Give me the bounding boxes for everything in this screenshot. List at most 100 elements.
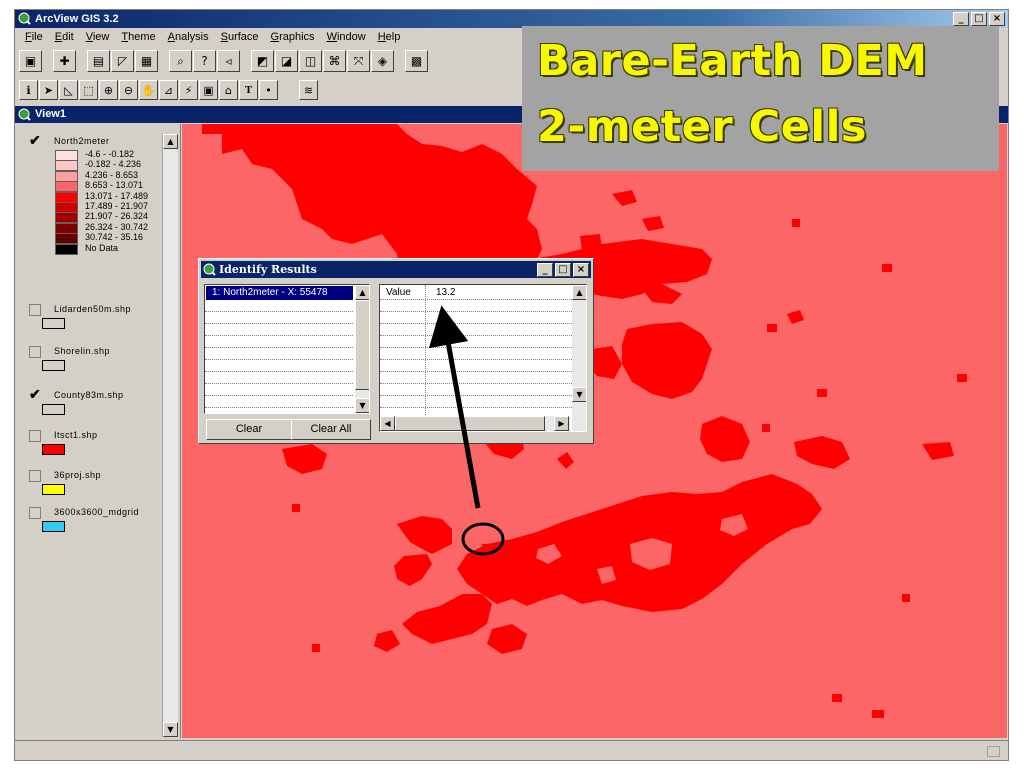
legend-swatch <box>55 212 78 224</box>
attribute-hscrollbar[interactable]: ◀ ▶ <box>380 416 570 431</box>
visibility-checkbox[interactable] <box>29 507 41 519</box>
dem-high-cell <box>872 710 884 718</box>
zoom-to-selected-icon[interactable]: ◫ <box>299 50 322 72</box>
scroll-up-arrow-icon[interactable]: ▲ <box>163 134 178 149</box>
caption-line-2: 2-meter Cells <box>537 102 867 152</box>
visibility-checkbox[interactable] <box>29 430 41 442</box>
contour-tool-icon[interactable]: ≋ <box>299 80 318 100</box>
identify-title-bar[interactable]: Identify Results _ □ × <box>201 261 591 278</box>
list-scroll-thumb[interactable] <box>355 300 369 390</box>
draw-point-tool-icon[interactable]: • <box>259 80 278 100</box>
identify-maximize-button[interactable]: □ <box>555 263 571 277</box>
maximize-button[interactable]: □ <box>971 12 987 26</box>
legend-label: 17.489 - 21.907 <box>85 201 149 211</box>
list-scroll-down-icon[interactable]: ▼ <box>355 398 369 413</box>
zoom-out-fixed-icon[interactable]: ⤧ <box>347 50 370 72</box>
scroll-down-arrow-icon[interactable]: ▼ <box>163 722 178 737</box>
dem-high-cell <box>767 324 777 332</box>
measure-tool-icon[interactable]: ⊿ <box>159 80 178 100</box>
attr-scroll-up-icon[interactable]: ▲ <box>572 285 586 300</box>
menu-view[interactable]: View <box>80 29 116 46</box>
view-globe-icon <box>18 108 31 121</box>
zoom-in-tool-icon[interactable]: ⊕ <box>99 80 118 100</box>
attribute-table[interactable]: Value 13.2 ▲ ▼ ◀ ▶ <box>379 284 587 432</box>
dem-high-cell <box>792 219 800 227</box>
menu-window[interactable]: Window <box>321 29 372 46</box>
dem-high-patch <box>374 630 400 652</box>
query-builder-icon[interactable]: ? <box>193 50 216 72</box>
zoom-to-active-themes-icon[interactable]: ◪ <box>275 50 298 72</box>
legend-label: -4.6 - -0.182 <box>85 149 135 159</box>
menu-graphics[interactable]: Graphics <box>265 29 321 46</box>
button-bar: ▣ ✚ ▤ ◸ ▦ ⌕ ? ◃ ◩ ◪ ◫ ⌘ ⤧ ◈ ▩ <box>19 48 429 74</box>
menu-file[interactable]: File <box>19 29 49 46</box>
open-table-icon[interactable]: ▦ <box>135 50 158 72</box>
identify-title: Identify Results <box>219 263 317 276</box>
list-scrollbar[interactable]: ▲ ▼ <box>355 285 369 413</box>
attr-scroll-down-icon[interactable]: ▼ <box>572 387 586 402</box>
visibility-checkbox[interactable] <box>29 470 41 482</box>
attr-scroll-thumb[interactable] <box>395 416 545 431</box>
table-of-contents: ▲ ▼ ✔ North2meter -4.6 - -0.182 -0.182 - 4.… <box>17 124 181 738</box>
pan-tool-icon[interactable]: ✋ <box>139 80 158 100</box>
identified-features-list[interactable]: 1: North2meter - X: 55478 ▲ ▼ <box>204 284 370 414</box>
dem-high-patch <box>700 416 750 462</box>
edit-legend-icon[interactable]: ◸ <box>111 50 134 72</box>
hotlink-tool-icon[interactable]: ⚡ <box>179 80 198 100</box>
clear-button[interactable]: Clear <box>206 419 292 440</box>
vertex-edit-tool-icon[interactable]: ◺ <box>59 80 78 100</box>
area-of-interest-tool-icon[interactable]: ▣ <box>199 80 218 100</box>
close-button[interactable]: × <box>989 12 1005 26</box>
menu-help[interactable]: Help <box>372 29 407 46</box>
identify-minimize-button[interactable]: _ <box>537 263 553 277</box>
identify-close-button[interactable]: × <box>573 263 589 277</box>
zoom-in-fixed-icon[interactable]: ⌘ <box>323 50 346 72</box>
label-tool-icon[interactable]: ⌂ <box>219 80 238 100</box>
text-tool-icon[interactable]: T <box>239 80 258 100</box>
dem-high-patch <box>622 322 712 399</box>
dem-high-patch <box>394 554 432 586</box>
checkmark-icon[interactable]: ✔ <box>29 387 41 402</box>
status-bar <box>15 740 1008 760</box>
legend-label: No Data <box>85 242 119 253</box>
save-project-icon[interactable]: ▣ <box>19 50 42 72</box>
zoom-out-tool-icon[interactable]: ⊖ <box>119 80 138 100</box>
theme-symbol <box>42 444 65 455</box>
visibility-checkbox[interactable] <box>29 304 41 316</box>
add-theme-icon[interactable]: ✚ <box>53 50 76 72</box>
attribute-vscrollbar[interactable]: ▲ ▼ <box>572 285 586 431</box>
select-feature-tool-icon[interactable]: ⬚ <box>79 80 98 100</box>
identify-tool-icon[interactable]: ℹ <box>19 80 38 100</box>
caption-line-1: Bare-Earth DEM <box>537 36 928 86</box>
resize-grip-icon[interactable] <box>987 746 1000 757</box>
zoom-previous-icon[interactable]: ◈ <box>371 50 394 72</box>
identified-feature-item[interactable]: 1: North2meter - X: 55478 <box>206 286 353 300</box>
attribute-row: Value 13.2 <box>380 285 572 300</box>
dem-high-patch <box>487 624 527 654</box>
zoom-to-full-extent-icon[interactable]: ◩ <box>251 50 274 72</box>
dem-high-patch <box>612 190 637 206</box>
dem-high-patch <box>787 310 804 324</box>
menu-edit[interactable]: Edit <box>49 29 80 46</box>
dem-high-cell <box>817 389 827 397</box>
checkmark-icon[interactable]: ✔ <box>29 133 41 148</box>
dem-high-patch <box>580 234 602 251</box>
list-scroll-up-icon[interactable]: ▲ <box>355 285 369 300</box>
menu-theme[interactable]: Theme <box>115 29 161 46</box>
theme-symbol <box>42 404 65 415</box>
clear-all-button[interactable]: Clear All <box>291 419 371 440</box>
theme-properties-icon[interactable]: ▤ <box>87 50 110 72</box>
find-icon[interactable]: ⌕ <box>169 50 192 72</box>
visibility-checkbox[interactable] <box>29 346 41 358</box>
pointer-tool-icon[interactable]: ➤ <box>39 80 58 100</box>
locate-address-icon[interactable]: ◃ <box>217 50 240 72</box>
minimize-button[interactable]: _ <box>953 12 969 26</box>
attr-scroll-left-icon[interactable]: ◀ <box>380 416 395 431</box>
legend-swatch <box>55 181 78 193</box>
menu-surface[interactable]: Surface <box>215 29 265 46</box>
dem-high-patch <box>397 516 452 554</box>
attr-scroll-right-icon[interactable]: ▶ <box>554 416 569 431</box>
theme-name: 36proj.shp <box>54 470 102 480</box>
select-features-icon[interactable]: ▩ <box>405 50 428 72</box>
menu-analysis[interactable]: Analysis <box>162 29 215 46</box>
